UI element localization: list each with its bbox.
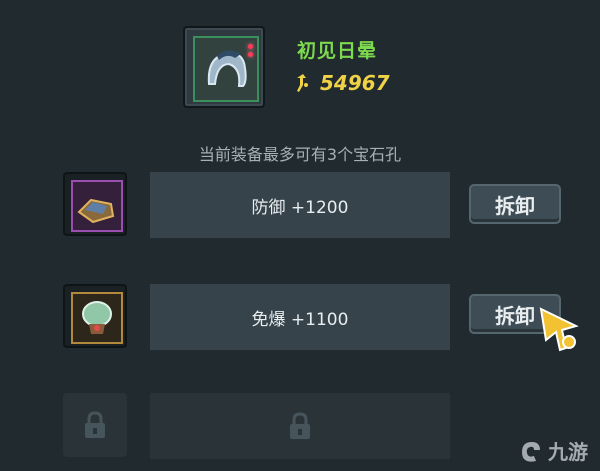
price-row: 54967 bbox=[294, 70, 390, 96]
equipment-item-icon-box bbox=[193, 36, 259, 102]
green-gem-icon bbox=[82, 301, 112, 334]
jiuyou-watermark: 九游 bbox=[518, 436, 588, 465]
gem-dots-icon bbox=[248, 44, 253, 60]
locked-slot-bar bbox=[150, 393, 450, 459]
socket-hint: 当前装备最多可有3个宝石孔 bbox=[198, 145, 402, 164]
lock-icon bbox=[85, 411, 105, 438]
watermark-text: 九游 bbox=[548, 440, 588, 464]
gem-slot-2-stat: 免爆 +1100 bbox=[150, 284, 450, 350]
cursor-arrow-icon bbox=[539, 307, 579, 352]
price-icon bbox=[297, 74, 308, 92]
gem-slot-1-stat: 防御 +1200 bbox=[150, 172, 450, 238]
lock-icon bbox=[290, 412, 310, 439]
item-price: 54967 bbox=[320, 71, 390, 95]
gem-slot-1-icon bbox=[63, 172, 127, 236]
locked-slot-icon bbox=[63, 393, 127, 457]
gem-slot-2-icon bbox=[63, 284, 127, 348]
jiuyou-logo-icon bbox=[522, 441, 540, 462]
purple-gem-icon bbox=[77, 198, 115, 224]
unequip-button-1[interactable]: 拆卸 bbox=[469, 184, 561, 224]
equipment-item-frame bbox=[183, 26, 265, 108]
item-name: 初见日晕 bbox=[297, 40, 378, 62]
